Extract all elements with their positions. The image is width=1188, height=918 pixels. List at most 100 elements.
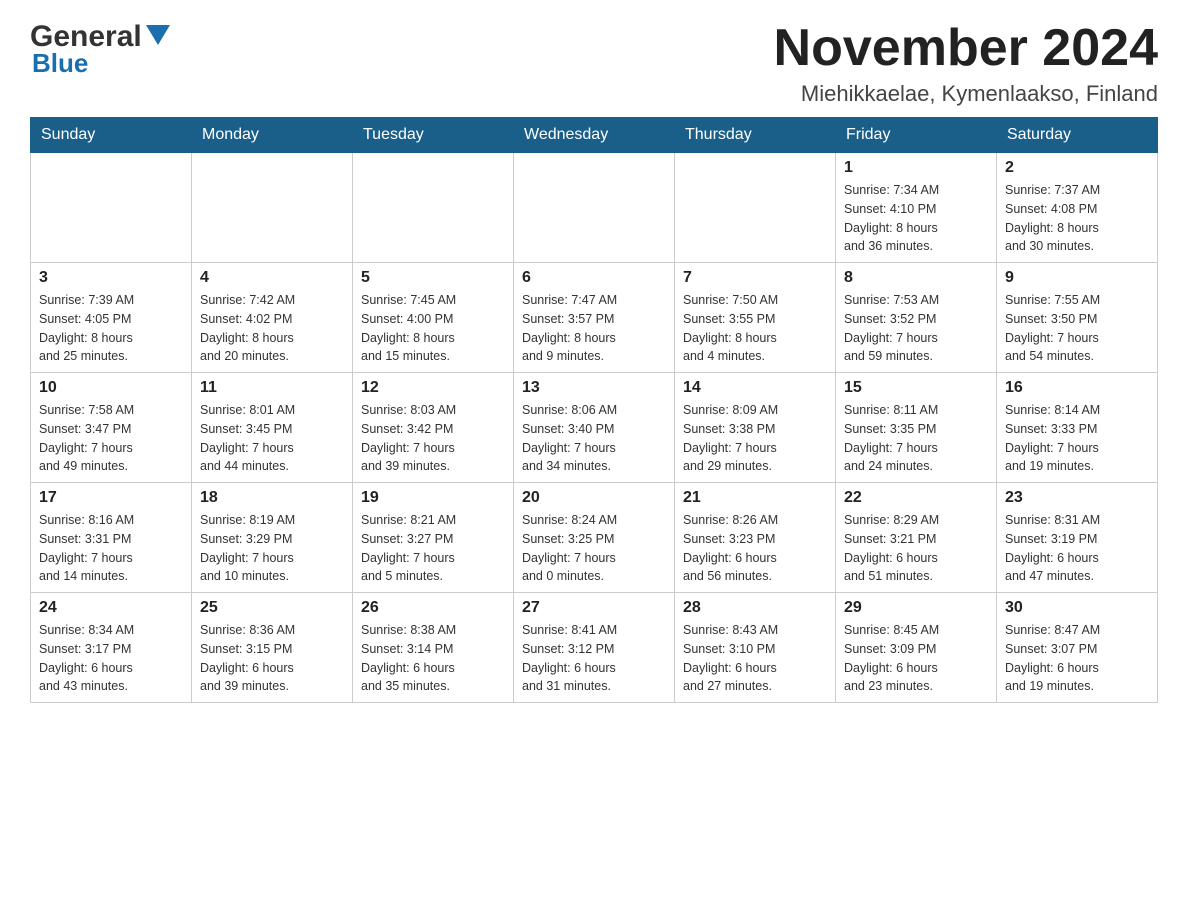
day-info: Sunrise: 8:11 AM Sunset: 3:35 PM Dayligh…: [844, 401, 988, 476]
day-number: 9: [1005, 269, 1149, 287]
col-monday: Monday: [192, 118, 353, 153]
col-thursday: Thursday: [675, 118, 836, 153]
day-number: 1: [844, 159, 988, 177]
calendar-day-5-4: 27Sunrise: 8:41 AM Sunset: 3:12 PM Dayli…: [514, 593, 675, 703]
day-info: Sunrise: 7:47 AM Sunset: 3:57 PM Dayligh…: [522, 291, 666, 366]
day-info: Sunrise: 8:36 AM Sunset: 3:15 PM Dayligh…: [200, 621, 344, 696]
col-sunday: Sunday: [31, 118, 192, 153]
day-number: 26: [361, 599, 505, 617]
day-number: 10: [39, 379, 183, 397]
day-number: 5: [361, 269, 505, 287]
calendar-day-1-6: 1 Sunrise: 7:34 AM Sunset: 4:10 PM Daylig…: [836, 153, 997, 263]
day-number: 24: [39, 599, 183, 617]
day-info: Sunrise: 7:58 AM Sunset: 3:47 PM Dayligh…: [39, 401, 183, 476]
title-block: November 2024 Miehikkaelae, Kymenlaakso,…: [774, 20, 1158, 107]
day-number: 13: [522, 379, 666, 397]
calendar-week-5: 24 Sunrise: 8:34 AM Sunset: 3:17 PM Dayli…: [31, 593, 1158, 703]
day-number: 8: [844, 269, 988, 287]
calendar-day-3-5: 14 Sunrise: 8:09 AM Sunset: 3:38 PM Dayli…: [675, 373, 836, 483]
day-info: Sunrise: 8:38 AM Sunset: 3:14 PM Dayligh…: [361, 621, 505, 696]
calendar-day-2-1: 3Sunrise: 7:39 AM Sunset: 4:05 PM Daylig…: [31, 263, 192, 373]
day-info: Sunrise: 8:29 AM Sunset: 3:21 PM Dayligh…: [844, 511, 988, 586]
calendar-location: Miehikkaelae, Kymenlaakso, Finland: [774, 81, 1158, 107]
day-number: 3: [39, 269, 183, 287]
day-info: Sunrise: 8:16 AM Sunset: 3:31 PM Dayligh…: [39, 511, 183, 586]
day-info: Sunrise: 8:45 AM Sunset: 3:09 PM Dayligh…: [844, 621, 988, 696]
day-info: Sunrise: 7:53 AM Sunset: 3:52 PM Dayligh…: [844, 291, 988, 366]
day-info: Sunrise: 8:19 AM Sunset: 3:29 PM Dayligh…: [200, 511, 344, 586]
calendar-header-row: Sunday Monday Tuesday Wednesday Thursday…: [31, 118, 1158, 153]
logo-triangle-icon: [144, 21, 172, 49]
day-number: 29: [844, 599, 988, 617]
day-number: 17: [39, 489, 183, 507]
calendar-day-3-2: 11 Sunrise: 8:01 AM Sunset: 3:45 PM Dayli…: [192, 373, 353, 483]
calendar-week-4: 17 Sunrise: 8:16 AM Sunset: 3:31 PM Dayli…: [31, 483, 1158, 593]
calendar-day-4-2: 18 Sunrise: 8:19 AM Sunset: 3:29 PM Dayli…: [192, 483, 353, 593]
calendar-day-5-1: 24 Sunrise: 8:34 AM Sunset: 3:17 PM Dayli…: [31, 593, 192, 703]
day-info: Sunrise: 8:34 AM Sunset: 3:17 PM Dayligh…: [39, 621, 183, 696]
calendar-day-1-7: 2 Sunrise: 7:37 AM Sunset: 4:08 PM Daylig…: [997, 153, 1158, 263]
day-number: 6: [522, 269, 666, 287]
calendar-title: November 2024: [774, 20, 1158, 77]
day-number: 18: [200, 489, 344, 507]
day-info: Sunrise: 7:50 AM Sunset: 3:55 PM Dayligh…: [683, 291, 827, 366]
day-number: 28: [683, 599, 827, 617]
calendar-day-1-4: [514, 153, 675, 263]
calendar-day-5-2: 25 Sunrise: 8:36 AM Sunset: 3:15 PM Dayli…: [192, 593, 353, 703]
calendar-day-4-6: 22 Sunrise: 8:29 AM Sunset: 3:21 PM Dayli…: [836, 483, 997, 593]
calendar-day-5-5: 28Sunrise: 8:43 AM Sunset: 3:10 PM Dayli…: [675, 593, 836, 703]
calendar-week-3: 10 Sunrise: 7:58 AM Sunset: 3:47 PM Dayli…: [31, 373, 1158, 483]
calendar-day-4-4: 20Sunrise: 8:24 AM Sunset: 3:25 PM Dayli…: [514, 483, 675, 593]
day-number: 20: [522, 489, 666, 507]
calendar-day-5-7: 30 Sunrise: 8:47 AM Sunset: 3:07 PM Dayli…: [997, 593, 1158, 703]
day-info: Sunrise: 7:34 AM Sunset: 4:10 PM Dayligh…: [844, 181, 988, 256]
day-info: Sunrise: 8:47 AM Sunset: 3:07 PM Dayligh…: [1005, 621, 1149, 696]
calendar-day-3-6: 15 Sunrise: 8:11 AM Sunset: 3:35 PM Dayli…: [836, 373, 997, 483]
day-info: Sunrise: 8:09 AM Sunset: 3:38 PM Dayligh…: [683, 401, 827, 476]
day-info: Sunrise: 8:26 AM Sunset: 3:23 PM Dayligh…: [683, 511, 827, 586]
day-number: 2: [1005, 159, 1149, 177]
col-wednesday: Wednesday: [514, 118, 675, 153]
calendar-day-3-1: 10 Sunrise: 7:58 AM Sunset: 3:47 PM Dayli…: [31, 373, 192, 483]
calendar-day-1-5: [675, 153, 836, 263]
day-number: 7: [683, 269, 827, 287]
day-info: Sunrise: 8:03 AM Sunset: 3:42 PM Dayligh…: [361, 401, 505, 476]
calendar-week-2: 3Sunrise: 7:39 AM Sunset: 4:05 PM Daylig…: [31, 263, 1158, 373]
calendar-day-3-4: 13 Sunrise: 8:06 AM Sunset: 3:40 PM Dayli…: [514, 373, 675, 483]
day-number: 15: [844, 379, 988, 397]
day-number: 22: [844, 489, 988, 507]
calendar-day-2-3: 5 Sunrise: 7:45 AM Sunset: 4:00 PM Daylig…: [353, 263, 514, 373]
col-tuesday: Tuesday: [353, 118, 514, 153]
day-number: 27: [522, 599, 666, 617]
calendar-day-5-3: 26 Sunrise: 8:38 AM Sunset: 3:14 PM Dayli…: [353, 593, 514, 703]
calendar-day-2-2: 4Sunrise: 7:42 AM Sunset: 4:02 PM Daylig…: [192, 263, 353, 373]
calendar-day-1-2: [192, 153, 353, 263]
logo-blue: Blue: [32, 48, 88, 79]
col-friday: Friday: [836, 118, 997, 153]
day-number: 30: [1005, 599, 1149, 617]
day-info: Sunrise: 8:06 AM Sunset: 3:40 PM Dayligh…: [522, 401, 666, 476]
day-number: 21: [683, 489, 827, 507]
day-info: Sunrise: 8:21 AM Sunset: 3:27 PM Dayligh…: [361, 511, 505, 586]
calendar-day-4-3: 19Sunrise: 8:21 AM Sunset: 3:27 PM Dayli…: [353, 483, 514, 593]
calendar-day-4-5: 21 Sunrise: 8:26 AM Sunset: 3:23 PM Dayli…: [675, 483, 836, 593]
day-number: 14: [683, 379, 827, 397]
page-header: General Blue November 2024 Miehikkaelae,…: [30, 20, 1158, 107]
calendar-week-1: 1 Sunrise: 7:34 AM Sunset: 4:10 PM Daylig…: [31, 153, 1158, 263]
day-info: Sunrise: 8:01 AM Sunset: 3:45 PM Dayligh…: [200, 401, 344, 476]
calendar-day-4-1: 17 Sunrise: 8:16 AM Sunset: 3:31 PM Dayli…: [31, 483, 192, 593]
day-info: Sunrise: 7:37 AM Sunset: 4:08 PM Dayligh…: [1005, 181, 1149, 256]
calendar-day-3-7: 16Sunrise: 8:14 AM Sunset: 3:33 PM Dayli…: [997, 373, 1158, 483]
col-saturday: Saturday: [997, 118, 1158, 153]
day-info: Sunrise: 8:31 AM Sunset: 3:19 PM Dayligh…: [1005, 511, 1149, 586]
day-number: 12: [361, 379, 505, 397]
day-number: 11: [200, 379, 344, 397]
day-number: 25: [200, 599, 344, 617]
calendar-table: Sunday Monday Tuesday Wednesday Thursday…: [30, 117, 1158, 703]
calendar-day-4-7: 23Sunrise: 8:31 AM Sunset: 3:19 PM Dayli…: [997, 483, 1158, 593]
day-info: Sunrise: 7:55 AM Sunset: 3:50 PM Dayligh…: [1005, 291, 1149, 366]
calendar-day-1-3: [353, 153, 514, 263]
calendar-day-2-6: 8 Sunrise: 7:53 AM Sunset: 3:52 PM Daylig…: [836, 263, 997, 373]
day-info: Sunrise: 7:45 AM Sunset: 4:00 PM Dayligh…: [361, 291, 505, 366]
day-number: 4: [200, 269, 344, 287]
